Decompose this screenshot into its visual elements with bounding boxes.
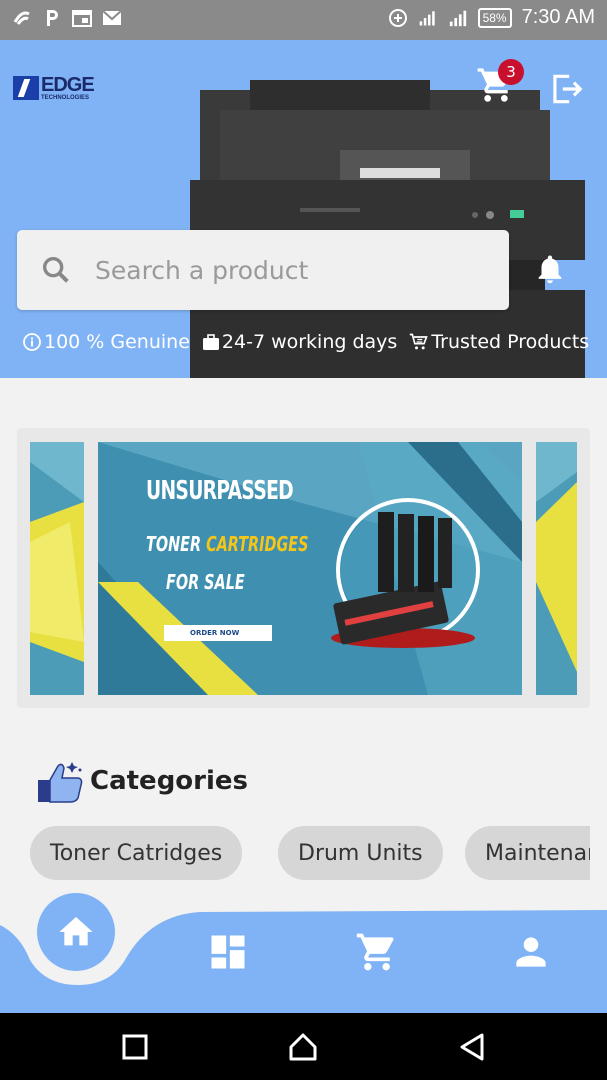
thumbs-up-icon	[38, 762, 83, 803]
mail-icon	[102, 8, 122, 28]
p-icon	[42, 8, 62, 28]
calendar-icon	[72, 8, 92, 28]
recents-button[interactable]	[119, 1031, 151, 1063]
banner-for-sale: FOR SALE	[166, 570, 245, 594]
recents-icon	[122, 1034, 148, 1060]
carousel-slide-active[interactable]: UNSURPASSED TONER CARTRIDGES FOR SALE OR…	[98, 442, 522, 695]
profile-icon	[516, 937, 546, 967]
feature-working-days: 24-7 working days	[202, 331, 397, 353]
banner-order-button[interactable]: ORDER NOW	[164, 625, 272, 641]
nav-home-button[interactable]	[37, 893, 115, 971]
home-icon	[59, 917, 93, 946]
category-chip-drum[interactable]: Drum Units	[278, 826, 443, 880]
battery-indicator: 58%	[477, 7, 512, 28]
bottom-navigation	[0, 880, 607, 1013]
logo-subtitle: TECHNOLOGIES	[41, 95, 90, 101]
feature-label: 24-7 working days	[221, 331, 398, 353]
briefcase-icon	[202, 334, 219, 350]
info-icon	[23, 333, 41, 351]
feature-trusted: Trusted Products	[409, 331, 589, 353]
brand-logo[interactable]: EDGE TECHNOLOGIES	[13, 74, 95, 101]
bell-icon	[538, 255, 562, 284]
logo-name: EDGE	[41, 74, 95, 96]
network-signal-icon	[418, 8, 438, 28]
logout-button[interactable]	[547, 70, 585, 108]
category-chip-maintenance[interactable]: Maintenance	[465, 826, 590, 880]
banner-subtitle-a: TONER	[146, 532, 202, 556]
cart-icon	[356, 933, 394, 971]
signal-app-icon	[12, 8, 32, 28]
back-button[interactable]	[456, 1031, 488, 1063]
wifi-signal-icon	[448, 8, 468, 28]
notifications-button[interactable]	[533, 250, 567, 288]
clock: 7:30 AM	[521, 6, 595, 28]
banner-title: UNSURPASSED	[146, 476, 294, 506]
feature-label: 100 % Genuine	[44, 331, 190, 353]
nav-profile-button[interactable]	[509, 930, 553, 974]
cart-count-badge: 3	[498, 59, 524, 85]
category-chip-toner[interactable]: Toner Catridges	[30, 826, 243, 880]
back-icon	[460, 1033, 484, 1061]
category-chips: Toner Catridges Drum Units Maintenance	[30, 826, 590, 882]
carousel-slide-prev[interactable]	[30, 442, 84, 695]
carousel-slide-next[interactable]	[536, 442, 577, 695]
home-outline-icon	[289, 1033, 317, 1061]
search-bar[interactable]	[17, 230, 509, 310]
header: EDGE TECHNOLOGIES 3 100 % Genuine	[0, 40, 607, 378]
android-home-button[interactable]	[287, 1031, 319, 1063]
data-saver-icon	[388, 8, 408, 28]
cart-small-icon	[410, 333, 429, 350]
feature-label: Trusted Products	[431, 331, 590, 353]
android-navigation-bar	[0, 1013, 607, 1080]
nav-dashboard-button[interactable]	[206, 930, 250, 974]
categories-title: Categories	[90, 766, 249, 796]
categories-header: Categories	[36, 758, 248, 804]
feature-strip: 100 % Genuine 24-7 working days Trusted …	[22, 331, 601, 353]
feature-genuine: 100 % Genuine	[22, 331, 190, 353]
nav-cart-button[interactable]	[355, 930, 399, 974]
banner-subtitle: TONER CARTRIDGES	[146, 532, 308, 556]
promo-carousel[interactable]: UNSURPASSED TONER CARTRIDGES FOR SALE OR…	[17, 428, 590, 708]
search-icon	[42, 256, 69, 283]
edge-logo-icon	[13, 76, 39, 100]
logout-icon	[553, 74, 583, 104]
banner-subtitle-b: CARTRIDGES	[206, 532, 309, 556]
search-input[interactable]	[95, 255, 455, 285]
dashboard-icon	[211, 935, 245, 969]
status-bar: 58% 7:30 AM	[0, 0, 607, 40]
